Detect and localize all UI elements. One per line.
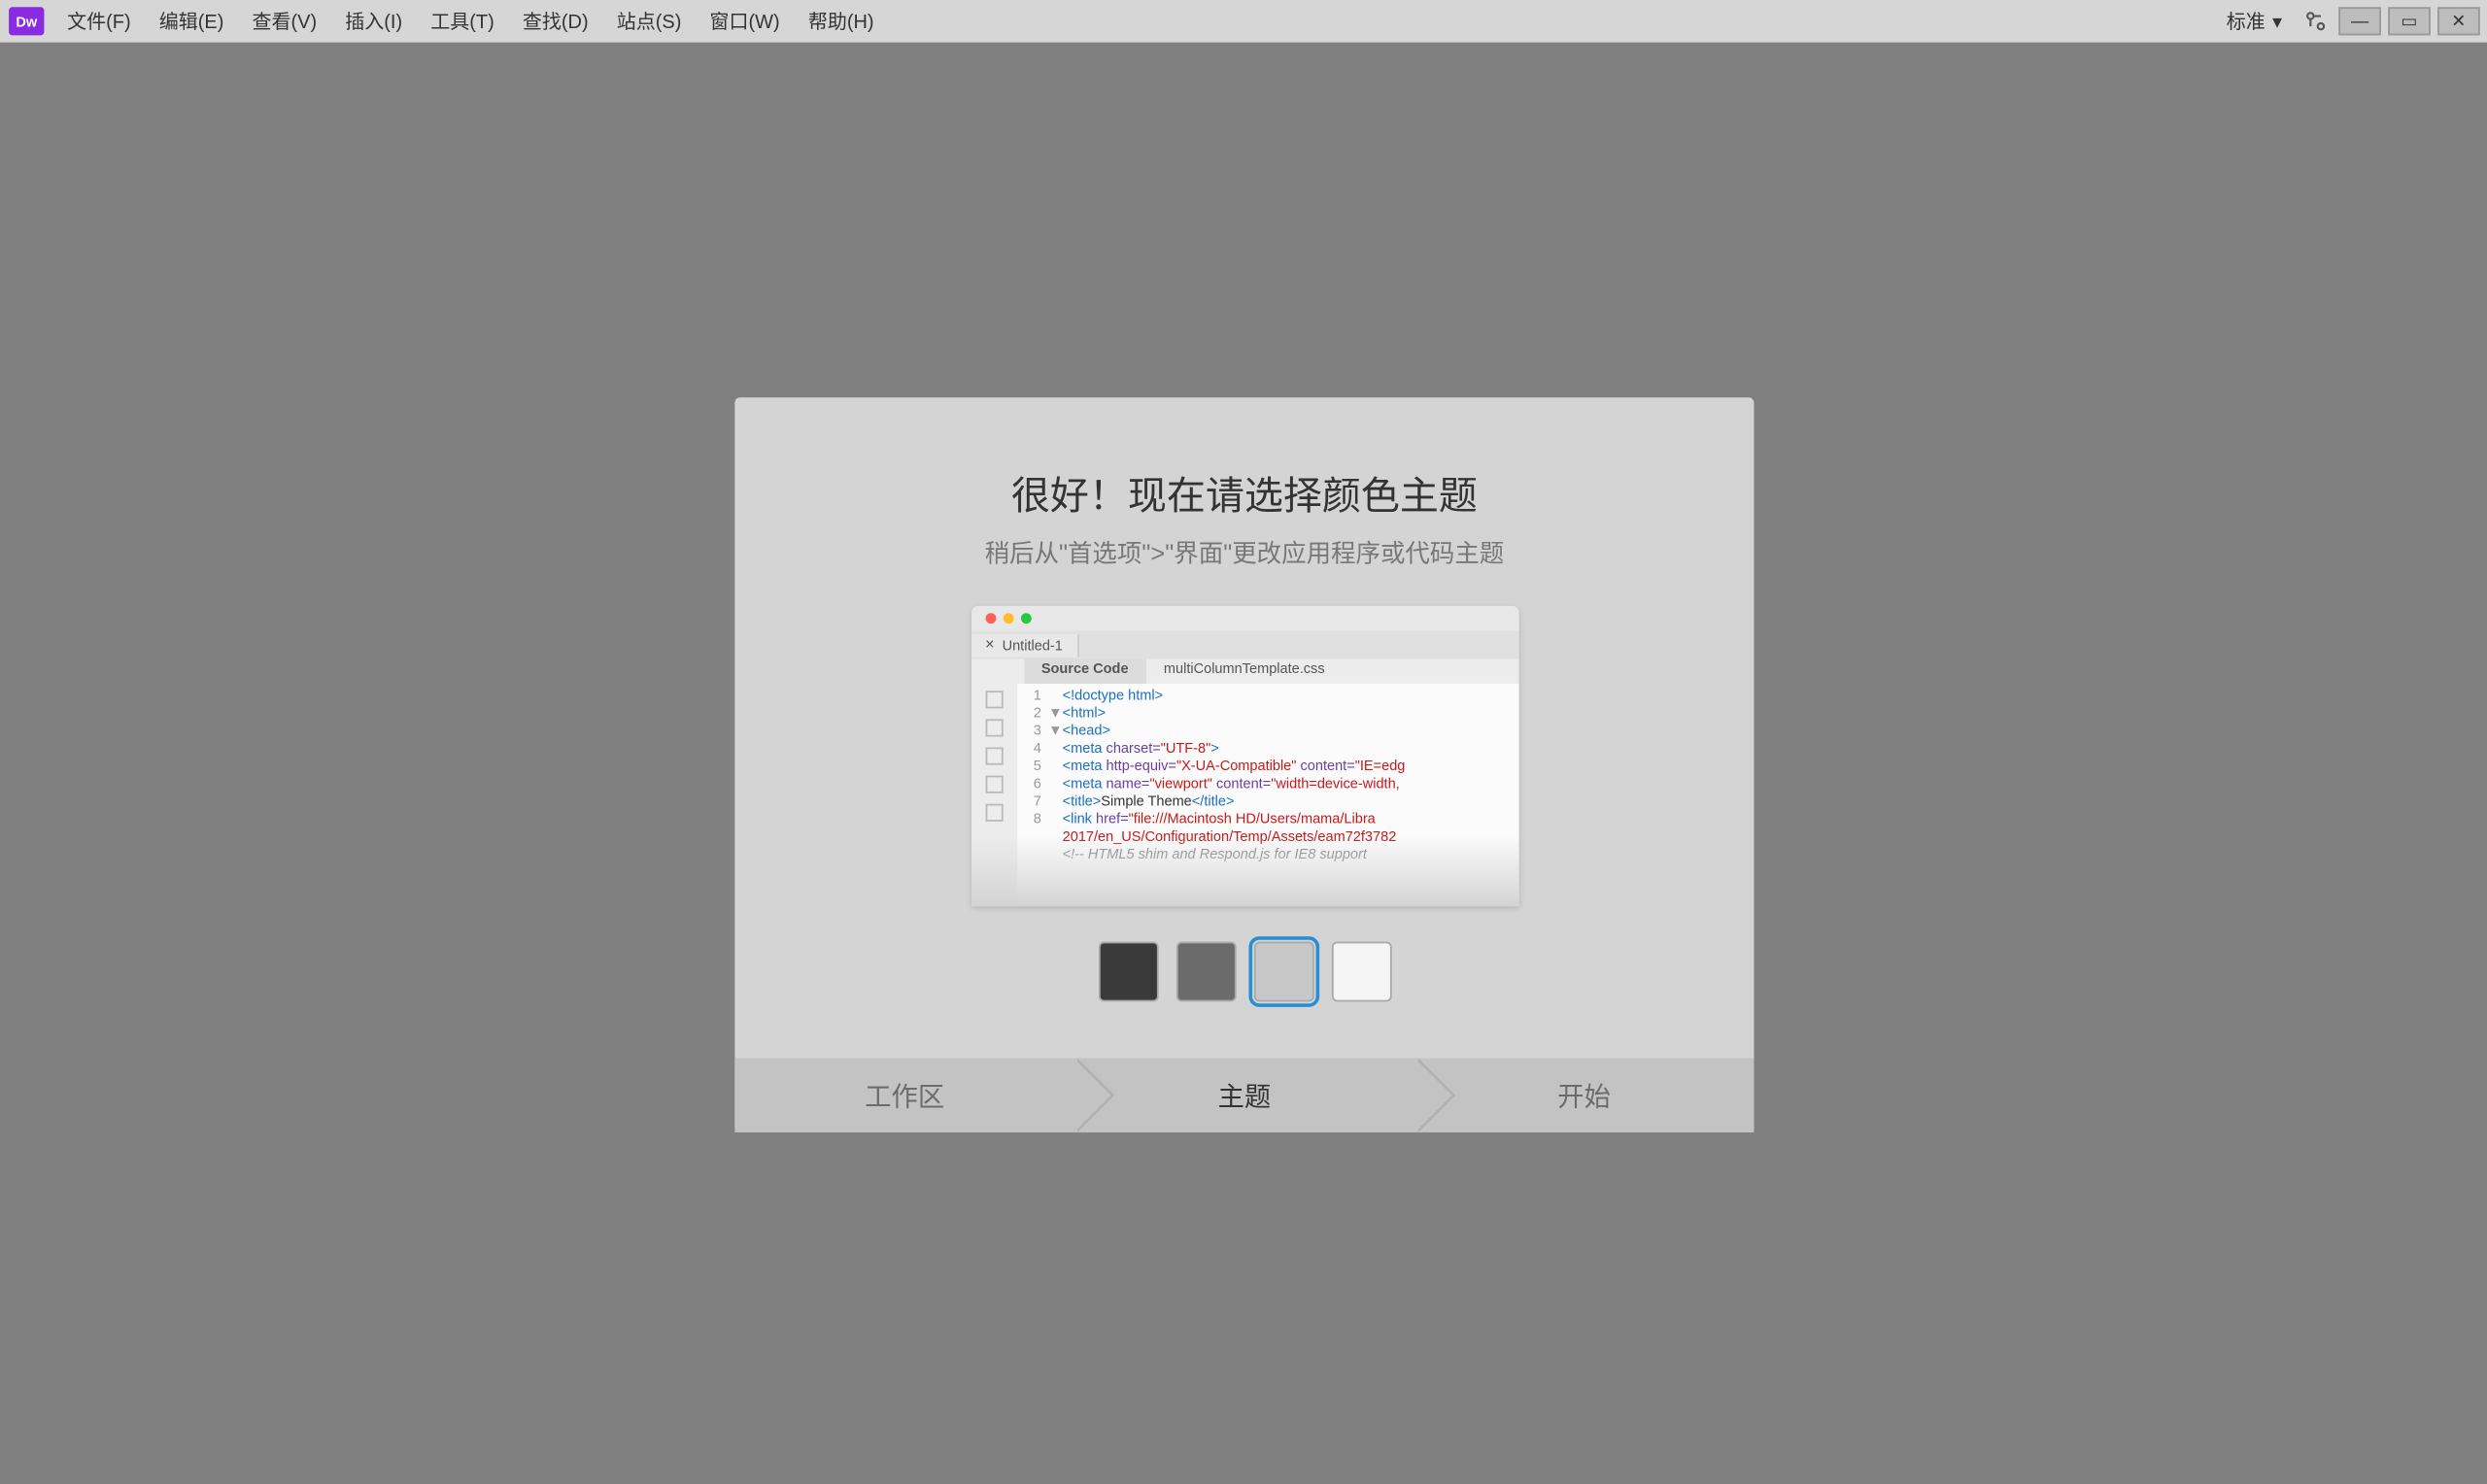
menu-item[interactable]: 查看(V) bbox=[238, 7, 331, 35]
tool-icon bbox=[985, 776, 1003, 793]
theme-swatch[interactable] bbox=[1331, 942, 1391, 1002]
menu-item[interactable]: 帮助(H) bbox=[794, 7, 888, 35]
preview-subtabs: Source CodemultiColumnTemplate.css bbox=[971, 659, 1518, 684]
code-line: 7<title>Simple Theme</title> bbox=[1016, 793, 1517, 811]
close-button[interactable]: ✕ bbox=[2437, 7, 2480, 35]
menu-item[interactable]: 插入(I) bbox=[331, 7, 417, 35]
theme-swatch[interactable] bbox=[1253, 942, 1313, 1002]
dialog-subtitle: 稍后从"首选项">"界面"更改应用程序或代码主题 bbox=[985, 535, 1505, 570]
preview-titlebar bbox=[971, 606, 1518, 630]
code-line: 2017/en_US/Configuration/Temp/Assets/eam… bbox=[1016, 828, 1517, 846]
sync-settings-icon[interactable] bbox=[2300, 5, 2332, 37]
wizard-step[interactable]: 主题 bbox=[1074, 1059, 1414, 1132]
wizard-steps: 工作区主题开始 bbox=[734, 1059, 1754, 1132]
code-line: 5<meta http-equiv="X-UA-Compatible" cont… bbox=[1016, 758, 1517, 775]
code-line: 4<meta charset="UTF-8"> bbox=[1016, 740, 1517, 758]
onboarding-dialog: 很好！现在请选择颜色主题 稍后从"首选项">"界面"更改应用程序或代码主题 ✕ … bbox=[734, 397, 1754, 1132]
code-line: 6<meta name="viewport" content="width=de… bbox=[1016, 776, 1517, 793]
dialog-title: 很好！现在请选择颜色主题 bbox=[1011, 464, 1478, 521]
preview-file-tabs: ✕ Untitled-1 bbox=[971, 630, 1518, 658]
code-line: <!-- HTML5 shim and Respond.js for IE8 s… bbox=[1016, 846, 1517, 863]
preview-code-area: 1<!doctype html>2▼<html>3▼<head>4<meta c… bbox=[1016, 684, 1517, 906]
preview-subtab: multiColumnTemplate.css bbox=[1146, 659, 1343, 684]
maximize-button[interactable]: ▭ bbox=[2388, 7, 2431, 35]
traffic-light-minimize-icon bbox=[1003, 613, 1013, 624]
tool-icon bbox=[985, 691, 1003, 708]
wizard-step[interactable]: 工作区 bbox=[734, 1059, 1074, 1132]
preview-toolstrip bbox=[971, 684, 1016, 906]
close-tab-icon: ✕ bbox=[985, 638, 996, 653]
wizard-step[interactable]: 开始 bbox=[1414, 1059, 1755, 1132]
workspace-switcher[interactable]: 标准 ▾ bbox=[2216, 7, 2293, 35]
theme-swatch[interactable] bbox=[1098, 942, 1158, 1002]
minimize-button[interactable]: — bbox=[2338, 7, 2381, 35]
preview-subtab: Source Code bbox=[1024, 659, 1146, 684]
menu-item[interactable]: 文件(F) bbox=[53, 7, 146, 35]
menu-item[interactable]: 工具(T) bbox=[417, 7, 509, 35]
menu-item[interactable]: 站点(S) bbox=[602, 7, 696, 35]
chevron-down-icon: ▾ bbox=[2272, 10, 2282, 33]
tool-icon bbox=[985, 804, 1003, 822]
theme-swatch[interactable] bbox=[1175, 942, 1236, 1002]
code-line: 8<link href="file:///Macintosh HD/Users/… bbox=[1016, 811, 1517, 828]
menu-item[interactable]: 窗口(W) bbox=[696, 7, 794, 35]
menubar: Dw 文件(F)编辑(E)查看(V)插入(I)工具(T)查找(D)站点(S)窗口… bbox=[0, 0, 2487, 43]
tool-icon bbox=[985, 747, 1003, 764]
traffic-light-zoom-icon bbox=[1020, 613, 1031, 624]
tool-icon bbox=[985, 719, 1003, 736]
code-line: 3▼<head> bbox=[1016, 723, 1517, 740]
theme-swatches bbox=[1098, 942, 1391, 1002]
app-icon: Dw bbox=[9, 7, 44, 35]
code-line: 1<!doctype html> bbox=[1016, 688, 1517, 705]
workspace-label: 标准 bbox=[2227, 7, 2266, 35]
menu-item[interactable]: 编辑(E) bbox=[145, 7, 238, 35]
preview-file-tab-label: Untitled-1 bbox=[1003, 637, 1063, 653]
preview-file-tab: ✕ Untitled-1 bbox=[971, 633, 1078, 657]
code-line: 2▼<html> bbox=[1016, 705, 1517, 723]
traffic-light-close-icon bbox=[985, 613, 996, 624]
menu-item[interactable]: 查找(D) bbox=[508, 7, 602, 35]
theme-preview: ✕ Untitled-1 Source CodemultiColumnTempl… bbox=[971, 606, 1518, 906]
